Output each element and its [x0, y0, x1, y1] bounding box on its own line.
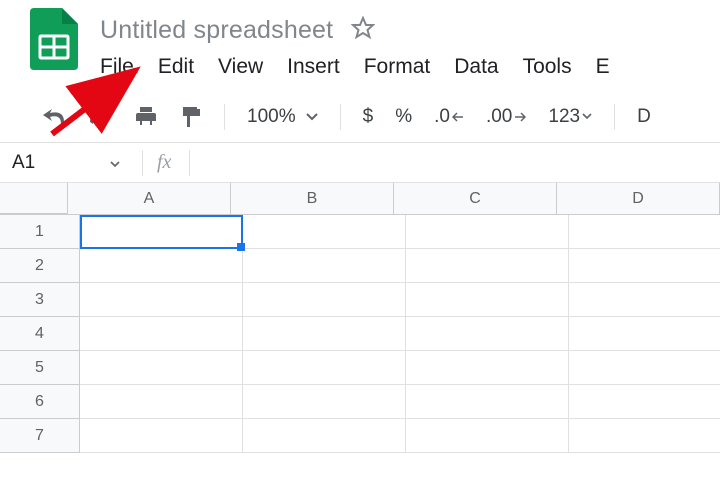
chevron-down-icon [110, 152, 128, 174]
row-headers: 1 2 3 4 5 6 7 [0, 215, 80, 453]
row-header-2[interactable]: 2 [0, 249, 80, 283]
col-header-a[interactable]: A [68, 183, 231, 214]
zoom-select[interactable]: 100% [247, 106, 318, 128]
separator [224, 104, 225, 130]
row-header-7[interactable]: 7 [0, 419, 80, 453]
more-formats-button[interactable]: 123 [548, 106, 592, 128]
doc-title[interactable]: Untitled spreadsheet [100, 16, 333, 45]
decrease-decimal-button[interactable]: .0 [434, 106, 464, 128]
star-icon[interactable] [351, 16, 375, 45]
arrow-right-icon [514, 112, 526, 122]
row-header-4[interactable]: 4 [0, 317, 80, 351]
app-logo[interactable] [30, 8, 78, 70]
formula-bar: A1 fx [0, 143, 720, 183]
title-area: Untitled spreadsheet File Edit View Inse… [100, 8, 610, 79]
menu-more[interactable]: E [596, 55, 610, 79]
currency-button[interactable]: $ [363, 106, 374, 128]
undo-button[interactable] [42, 108, 66, 126]
separator [340, 104, 341, 130]
print-button[interactable] [134, 105, 158, 129]
arrow-left-icon [452, 112, 464, 122]
row-header-1[interactable]: 1 [0, 215, 80, 249]
fx-icon: fx [157, 151, 171, 174]
row-header-3[interactable]: 3 [0, 283, 80, 317]
menu-edit[interactable]: Edit [158, 55, 194, 79]
col-header-d[interactable]: D [557, 183, 720, 214]
separator [189, 150, 190, 176]
separator [142, 150, 143, 176]
redo-button[interactable] [88, 108, 112, 126]
zoom-value: 100% [247, 106, 296, 128]
menu-insert[interactable]: Insert [287, 55, 340, 79]
menu-view[interactable]: View [218, 55, 263, 79]
cells-area[interactable] [80, 215, 720, 453]
increase-decimal-button[interactable]: .00 [486, 106, 526, 128]
column-headers: A B C D [0, 183, 720, 215]
header: Untitled spreadsheet File Edit View Inse… [0, 0, 720, 79]
menu-data[interactable]: Data [454, 55, 498, 79]
active-cell-ref: A1 [12, 152, 35, 174]
menu-file[interactable]: File [100, 55, 134, 79]
col-header-b[interactable]: B [231, 183, 394, 214]
cell-reference-box[interactable]: A1 [8, 152, 128, 174]
separator [614, 104, 615, 130]
grid-body: 1 2 3 4 5 6 7 [0, 215, 720, 453]
chevron-down-icon [306, 113, 318, 121]
col-header-c[interactable]: C [394, 183, 557, 214]
font-select[interactable]: D [637, 106, 651, 128]
menu-bar: File Edit View Insert Format Data Tools … [100, 51, 610, 79]
row-header-6[interactable]: 6 [0, 385, 80, 419]
chevron-down-icon [582, 113, 592, 120]
menu-tools[interactable]: Tools [523, 55, 572, 79]
menu-format[interactable]: Format [364, 55, 431, 79]
title-row: Untitled spreadsheet [100, 16, 610, 45]
percent-button[interactable]: % [395, 106, 412, 128]
row-header-5[interactable]: 5 [0, 351, 80, 385]
spreadsheet-grid: A B C D 1 2 3 4 5 6 7 [0, 183, 720, 453]
toolbar: 100% $ % .0 .00 123 D [0, 103, 720, 143]
paint-format-button[interactable] [180, 105, 202, 129]
select-all-corner[interactable] [0, 183, 68, 214]
